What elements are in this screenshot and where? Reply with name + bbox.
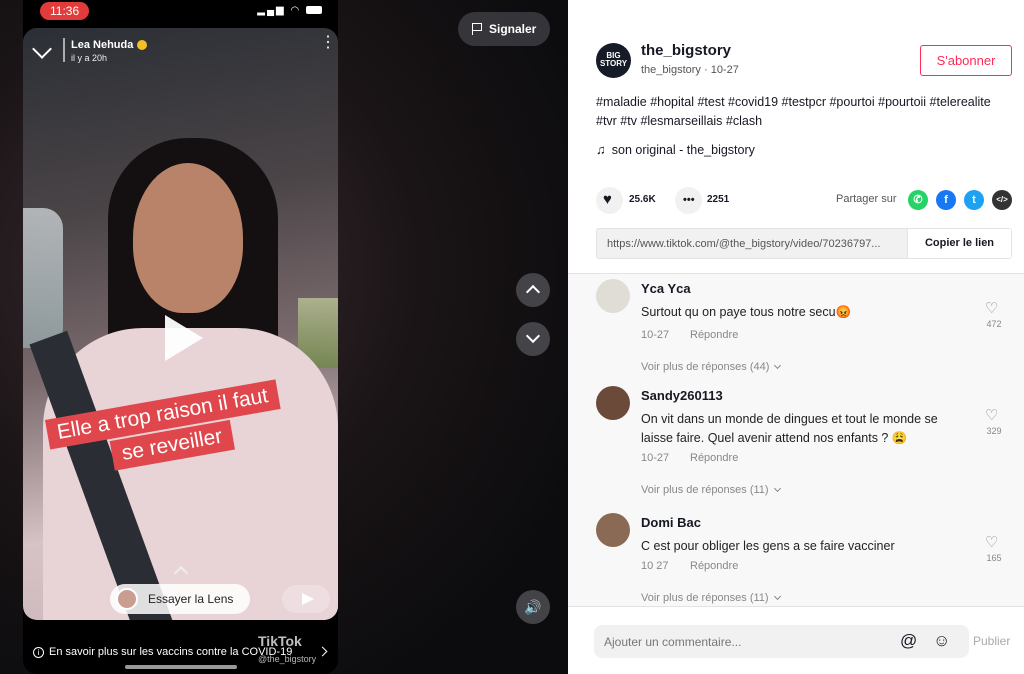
comment-username[interactable]: Yca Yca: [641, 281, 691, 296]
subscribe-button[interactable]: S'abonner: [920, 45, 1012, 76]
comment-text: Surtout qu on paye tous notre secu😡: [641, 305, 852, 319]
chevron-down-icon: [774, 361, 782, 370]
chevron-down-icon[interactable]: [32, 39, 52, 59]
verified-icon: [137, 40, 148, 51]
comment-date: 10 27: [641, 560, 669, 572]
status-time: 11:36: [40, 2, 90, 20]
view-more-replies[interactable]: Voir plus de réponses (11): [641, 592, 781, 604]
comments-list[interactable]: Yca Yca Surtout qu on paye tous notre se…: [568, 274, 1024, 606]
video-player-area[interactable]: 11:36 ▂▄▆ ◠ Lea Nehuda il y a 20h ⋮ Elle…: [0, 0, 568, 674]
like-button[interactable]: ♥: [596, 187, 623, 214]
author-subline: the_bigstory · 10-27: [641, 64, 739, 76]
status-icons: ▂▄▆ ◠: [257, 5, 322, 16]
comment-like-count: 329: [986, 426, 1002, 436]
sound-link[interactable]: ♫ son original - the_bigstory: [596, 142, 755, 157]
home-indicator: [125, 665, 237, 669]
previous-video-button[interactable]: [516, 273, 550, 307]
video-url[interactable]: https://www.tiktok.com/@the_bigstory/vid…: [607, 238, 907, 250]
try-lens-label: Essayer la Lens: [148, 592, 234, 606]
car-window: [23, 208, 63, 348]
comment-date: 10-27: [641, 329, 670, 341]
stats-row: ♥ 25.6K ••• 2251 Partager sur ✆ f t </>: [596, 187, 1016, 214]
mention-icon[interactable]: @: [900, 631, 917, 651]
avatar[interactable]: [596, 513, 630, 547]
heart-icon[interactable]: ♡: [985, 299, 998, 317]
reply-button[interactable]: Répondre: [690, 560, 738, 572]
avatar[interactable]: [596, 386, 630, 420]
comment-text: C est pour obliger les gens a se faire v…: [641, 539, 895, 553]
video-link-box: https://www.tiktok.com/@the_bigstory/vid…: [596, 228, 1012, 259]
heart-icon[interactable]: ♡: [985, 533, 998, 551]
flag-icon: [472, 23, 482, 35]
copy-link-button[interactable]: Copier le lien: [907, 229, 1011, 258]
header-divider: [63, 38, 65, 62]
view-more-label: Voir plus de réponses (44): [641, 361, 770, 373]
send-icon: [302, 593, 314, 605]
report-label: Signaler: [489, 22, 537, 36]
author-username[interactable]: the_bigstory: [641, 42, 731, 59]
comment-like-count: 472: [986, 319, 1002, 329]
avatar[interactable]: [596, 279, 630, 313]
comment-like-count: 165: [986, 553, 1002, 563]
creator-name-text: Lea Nehuda: [71, 39, 134, 51]
whatsapp-icon[interactable]: ✆: [908, 190, 928, 210]
comment-icon: •••: [683, 194, 695, 206]
battery-icon: [306, 6, 322, 15]
comment-username[interactable]: Domi Bac: [641, 515, 701, 530]
video-header: Lea Nehuda il y a 20h ⋮: [23, 35, 338, 68]
watermark-handle: @the_bigstory: [258, 654, 317, 664]
comment-username[interactable]: Sandy260113: [641, 388, 723, 403]
video-details-panel: BIG STORY the_bigstory the_bigstory · 10…: [568, 0, 1024, 674]
view-more-replies[interactable]: Voir plus de réponses (44): [641, 361, 782, 373]
view-more-replies[interactable]: Voir plus de réponses (11): [641, 484, 781, 496]
chevron-down-icon: [525, 328, 541, 344]
comment-date: 10-27: [641, 452, 670, 464]
comment-text: On vit dans un monde de dingues et tout …: [641, 412, 938, 445]
tiktok-watermark: TikTok: [258, 633, 302, 649]
comment-button[interactable]: •••: [675, 187, 702, 214]
view-more-label: Voir plus de réponses (11): [641, 484, 769, 496]
next-video-button[interactable]: [516, 322, 550, 356]
person-face: [133, 163, 243, 313]
twitter-icon[interactable]: t: [964, 190, 984, 210]
chevron-down-icon: [773, 592, 781, 601]
reply-button[interactable]: Répondre: [690, 329, 738, 341]
send-button[interactable]: [282, 585, 330, 613]
volume-button[interactable]: 🔊: [516, 590, 550, 624]
facebook-icon[interactable]: f: [936, 190, 956, 210]
author-avatar[interactable]: BIG STORY: [596, 43, 631, 78]
phone-status-bar: 11:36 ▂▄▆ ◠: [23, 0, 338, 22]
chevron-up-icon: [525, 284, 541, 300]
share-label: Partager sur: [836, 193, 897, 205]
report-button[interactable]: Signaler: [458, 12, 550, 46]
creator-name: Lea Nehuda: [71, 39, 148, 51]
comment-count: 2251: [707, 194, 730, 205]
chevron-down-icon: [773, 484, 781, 493]
lens-avatar: [116, 588, 138, 610]
embed-icon[interactable]: </>: [992, 190, 1012, 210]
more-icon[interactable]: ⋮: [320, 35, 336, 51]
avatar-text-bottom: STORY: [599, 59, 628, 68]
like-count: 25.6K: [629, 194, 656, 205]
emoji-icon[interactable]: ☺: [933, 631, 950, 651]
comment-composer: @ ☺ Publier: [568, 606, 1024, 674]
video-hashtags[interactable]: #maladie #hopital #test #covid19 #testpc…: [596, 93, 996, 131]
heart-icon[interactable]: ♡: [985, 406, 998, 424]
play-icon[interactable]: [165, 315, 203, 361]
publish-button[interactable]: Publier: [973, 634, 1010, 648]
view-more-label: Voir plus de réponses (11): [641, 592, 769, 604]
creator-time: il y a 20h: [71, 53, 108, 63]
chevron-right-icon: [317, 646, 328, 657]
reply-button[interactable]: Répondre: [690, 452, 738, 464]
volume-icon: 🔊: [524, 599, 542, 615]
covid-banner-text: En savoir plus sur les vaccins contre la…: [49, 646, 293, 658]
info-icon: i: [33, 646, 44, 658]
sound-label: son original - the_bigstory: [611, 143, 755, 157]
heart-icon: ♥: [603, 191, 612, 208]
try-lens-button[interactable]: Essayer la Lens: [110, 584, 250, 614]
music-icon: ♫: [596, 142, 606, 157]
